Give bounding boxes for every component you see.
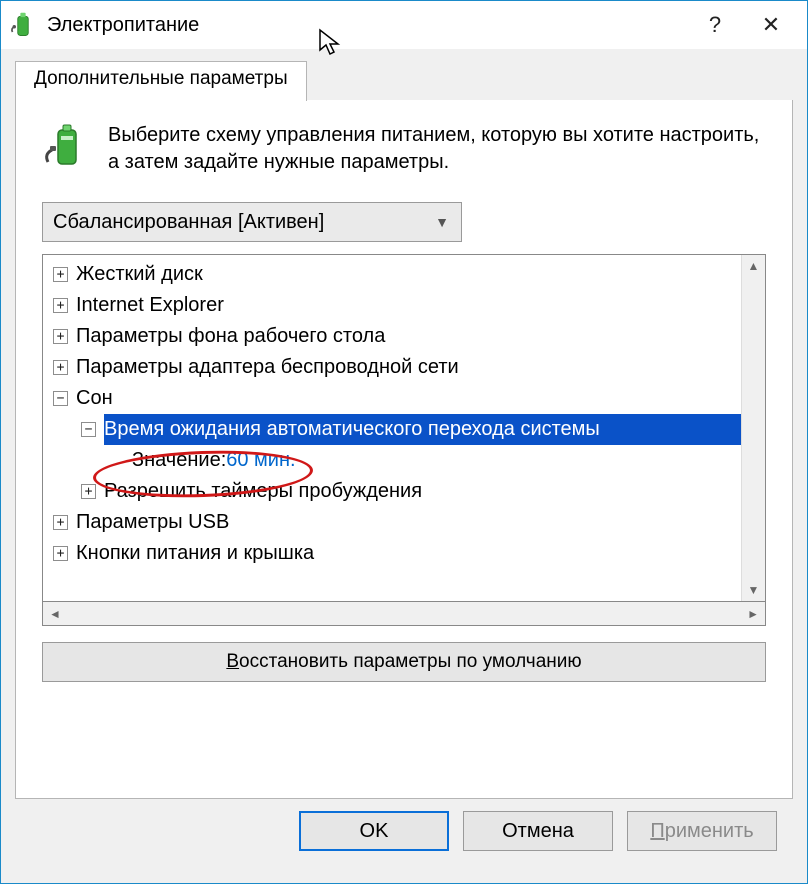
battery-icon — [42, 122, 90, 170]
tab-bar: Дополнительные параметры — [15, 61, 793, 101]
tree-item[interactable]: + Параметры фона рабочего стола — [47, 321, 741, 352]
expand-icon[interactable]: + — [53, 298, 68, 313]
collapse-icon[interactable]: − — [81, 422, 96, 437]
tree-item[interactable]: Значение: 60 мин. — [47, 445, 741, 476]
expand-icon[interactable]: + — [81, 484, 96, 499]
restore-rest: осстановить параметры по умолчанию — [239, 651, 582, 672]
scroll-left-icon[interactable]: ◄ — [49, 607, 61, 621]
scroll-up-icon[interactable]: ▲ — [748, 259, 760, 273]
ok-button[interactable]: OK — [299, 811, 449, 851]
expand-icon[interactable]: + — [53, 329, 68, 344]
scroll-right-icon[interactable]: ► — [747, 607, 759, 621]
tree-item[interactable]: −Сон — [47, 383, 741, 414]
power-plan-value: Сбалансированная [Активен] — [53, 211, 324, 234]
cancel-button[interactable]: Отмена — [463, 811, 613, 851]
close-button[interactable]: ✕ — [743, 5, 799, 45]
tree-item-label: Параметры адаптера беспроводной сети — [76, 352, 459, 383]
apply-button[interactable]: Применить — [627, 811, 777, 851]
tab-advanced-settings[interactable]: Дополнительные параметры — [15, 61, 307, 101]
tree-item-label-selected[interactable]: Время ожидания автоматического перехода … — [104, 414, 741, 445]
tree-item[interactable]: + Разрешить таймеры пробуждения — [47, 476, 741, 507]
tree-item-label: Кнопки питания и крышка — [76, 538, 314, 569]
settings-tree[interactable]: + Жесткий диск + Internet Explorer + Параметр… — [43, 255, 741, 601]
dialog-footer: OK Отмена Применить — [15, 799, 793, 869]
power-options-window: Электропитание ? ✕ Дополнительные параме… — [0, 0, 808, 884]
scroll-thumb-area[interactable] — [742, 273, 765, 583]
tree-item[interactable]: + Параметры USB — [47, 507, 741, 538]
tree-item[interactable]: + Жесткий диск — [47, 259, 741, 290]
power-plan-select[interactable]: Сбалансированная [Активен] ▼ — [42, 202, 462, 242]
expand-icon[interactable]: + — [53, 515, 68, 530]
titlebar: Электропитание ? ✕ — [1, 1, 807, 49]
tree-item[interactable]: + Кнопки питания и крышка — [47, 538, 741, 569]
scroll-down-icon[interactable]: ▼ — [748, 583, 760, 597]
horizontal-scrollbar[interactable]: ◄ ► — [42, 602, 766, 626]
tree-item-label: Параметры USB — [76, 507, 229, 538]
expand-icon[interactable]: + — [53, 267, 68, 282]
value-link[interactable]: 60 мин. — [226, 445, 295, 476]
help-button[interactable]: ? — [687, 5, 743, 45]
restore-prefix: В — [226, 651, 239, 672]
restore-defaults-button[interactable]: Восстановить параметры по умолчанию — [42, 642, 766, 682]
power-icon — [9, 11, 37, 39]
tree-item[interactable]: + Internet Explorer — [47, 290, 741, 321]
settings-tree-container: + Жесткий диск + Internet Explorer + Параметр… — [42, 254, 766, 602]
tree-item-label: Разрешить таймеры пробуждения — [104, 476, 422, 507]
content-area: Дополнительные параметры Выберите схему … — [1, 49, 807, 883]
window-title: Электропитание — [47, 14, 687, 37]
tree-item[interactable]: −Время ожидания автоматического перехода… — [47, 414, 741, 445]
intro-row: Выберите схему управления питанием, кото… — [42, 122, 766, 176]
tree-item[interactable]: + Параметры адаптера беспроводной сети — [47, 352, 741, 383]
expand-icon[interactable]: + — [53, 546, 68, 561]
value-label: Значение: — [132, 445, 226, 476]
tree-item-label: Жесткий диск — [76, 259, 203, 290]
expand-icon[interactable]: + — [53, 360, 68, 375]
intro-text: Выберите схему управления питанием, кото… — [108, 122, 766, 176]
collapse-icon[interactable]: − — [53, 391, 68, 406]
tree-item-label: Сон — [76, 383, 113, 414]
vertical-scrollbar[interactable]: ▲ ▼ — [741, 255, 765, 601]
tree-item-label: Internet Explorer — [76, 290, 224, 321]
tree-item-label: Параметры фона рабочего стола — [76, 321, 385, 352]
tab-page: Выберите схему управления питанием, кото… — [15, 100, 793, 799]
tab-filler — [307, 61, 793, 101]
chevron-down-icon: ▼ — [427, 214, 457, 230]
